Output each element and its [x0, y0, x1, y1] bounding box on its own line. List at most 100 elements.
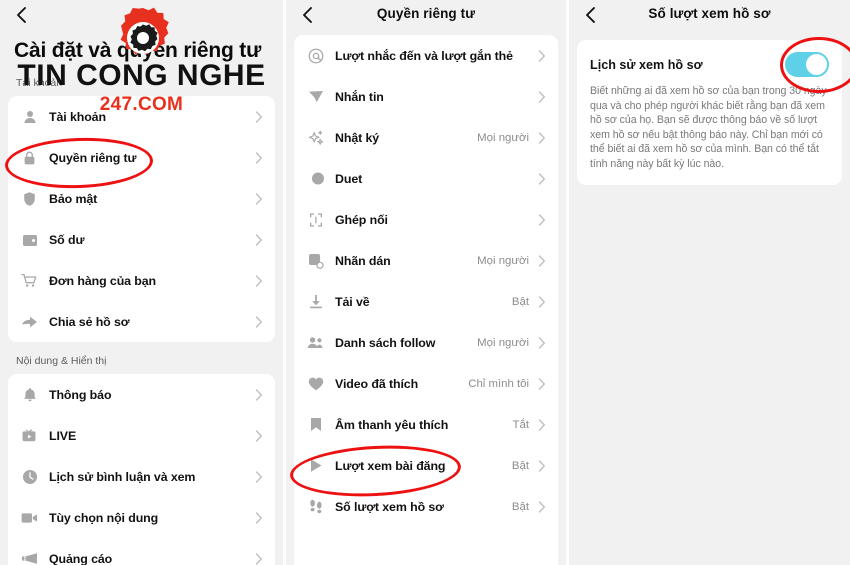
shield-icon	[21, 190, 38, 207]
chevron-right-icon	[254, 233, 263, 246]
screen3-navbar: Số lượt xem hồ sơ	[569, 0, 850, 32]
list-item-value: Bật	[511, 500, 529, 513]
profile-view-history-toggle[interactable]	[785, 52, 829, 77]
setting-title: Lịch sử xem hồ sơ	[590, 57, 703, 72]
sidebar-item-label: Thông báo	[49, 387, 112, 402]
sidebar-item-lich-su-binh-luan[interactable]: Lịch sử bình luận và xem	[8, 456, 275, 497]
chevron-right-icon	[537, 459, 546, 472]
page-title: Số lượt xem hồ sơ	[648, 6, 771, 21]
sidebar-item-bao-mat[interactable]: Bảo mật	[8, 178, 275, 219]
chevron-right-icon	[537, 131, 546, 144]
screen-privacy: Quyền riêng tư Lượt nhắc đến và lượt gắn…	[286, 0, 566, 565]
people-icon	[307, 334, 324, 351]
at-icon	[307, 47, 324, 64]
chevron-right-icon	[537, 336, 546, 349]
sidebar-item-so-du[interactable]: Số dư	[8, 219, 275, 260]
chevron-right-icon	[254, 388, 263, 401]
next-card-peek	[294, 539, 558, 565]
list-item-value: Mọi người	[477, 254, 529, 267]
list-item-liked-videos[interactable]: Video đã thích Chỉ mình tôi	[294, 363, 558, 404]
chevron-right-icon	[537, 295, 546, 308]
screen2-navbar: Quyền riêng tư	[286, 0, 566, 32]
screen1-navbar	[0, 0, 283, 32]
list-item-label: Lượt xem bài đăng	[335, 458, 446, 473]
back-button[interactable]	[11, 4, 33, 26]
chevron-right-icon	[254, 315, 263, 328]
list-item-label: Nhắn tin	[335, 89, 384, 104]
privacy-card: Lượt nhắc đến và lượt gắn thẻ Nhắn tin N…	[294, 35, 558, 565]
list-item-value: Tắt	[512, 418, 529, 431]
sidebar-item-label: Số dư	[49, 232, 85, 247]
page-title: Cài đặt và quyền riêng tư	[14, 39, 262, 62]
list-item-label: Nhật ký	[335, 130, 380, 145]
list-item-value: Bật	[511, 295, 529, 308]
list-item-duet[interactable]: Duet	[294, 158, 558, 199]
list-item-label: Video đã thích	[335, 376, 419, 391]
sidebar-item-label: LIVE	[49, 428, 77, 443]
list-item-label: Danh sách follow	[335, 335, 436, 350]
toggle-knob	[806, 54, 827, 75]
list-item-stickers[interactable]: Nhãn dán Mọi người	[294, 240, 558, 281]
screen-profile-views: Số lượt xem hồ sơ Lịch sử xem hồ sơ Biết…	[569, 0, 850, 565]
bookmark-icon	[307, 416, 324, 433]
heart-icon	[307, 375, 324, 392]
chevron-right-icon	[537, 213, 546, 226]
sidebar-item-tai-khoan[interactable]: Tài khoản	[8, 96, 275, 137]
sidebar-item-label: Chia sẻ hồ sơ	[49, 314, 130, 329]
list-item-label: Lượt nhắc đến và lượt gắn thẻ	[335, 48, 513, 63]
chevron-right-icon	[254, 511, 263, 524]
play-icon	[307, 457, 324, 474]
setting-description: Biết những ai đã xem hồ sơ của bạn trong…	[590, 85, 827, 170]
profile-view-history-card: Lịch sử xem hồ sơ Biết những ai đã xem h…	[577, 40, 842, 185]
wallet-icon	[21, 231, 38, 248]
video-icon	[21, 509, 38, 526]
list-item-label: Số lượt xem hồ sơ	[335, 499, 444, 514]
sidebar-item-thong-bao[interactable]: Thông báo	[8, 374, 275, 415]
footprint-icon	[307, 498, 324, 515]
chevron-right-icon	[537, 377, 546, 390]
list-item-value: Mọi người	[477, 131, 529, 144]
section-label-content-display: Nội dung & Hiển thị	[16, 355, 107, 367]
list-item-stitch[interactable]: Ghép nối	[294, 199, 558, 240]
list-item-value: Bật	[511, 459, 529, 472]
list-item-favorite-sounds[interactable]: Âm thanh yêu thích Tắt	[294, 404, 558, 445]
live-icon	[21, 427, 38, 444]
sidebar-item-live[interactable]: LIVE	[8, 415, 275, 456]
sidebar-item-tuy-chon-noi-dung[interactable]: Tùy chọn nội dung	[8, 497, 275, 538]
list-item-profile-views[interactable]: Số lượt xem hồ sơ Bật	[294, 486, 558, 527]
screen-settings-privacy: Cài đặt và quyền riêng tư Tài khoản Tài …	[0, 0, 283, 565]
chevron-right-icon	[254, 110, 263, 123]
share-icon	[21, 313, 38, 330]
list-item-value: Chỉ mình tôi	[468, 377, 529, 390]
sticker-icon	[307, 252, 324, 269]
list-item-mentions[interactable]: Lượt nhắc đến và lượt gắn thẻ	[294, 35, 558, 76]
sparkle-icon	[307, 129, 324, 146]
list-item-label: Nhãn dán	[335, 253, 391, 268]
sidebar-item-chia-se-ho-so[interactable]: Chia sẻ hồ sơ	[8, 301, 275, 342]
sidebar-item-label: Bảo mật	[49, 191, 98, 206]
cart-icon	[21, 272, 38, 289]
sidebar-item-label: Đơn hàng của bạn	[49, 273, 157, 288]
bell-icon	[21, 386, 38, 403]
sidebar-item-label: Quảng cáo	[49, 551, 113, 565]
list-item-post-views[interactable]: Lượt xem bài đăng Bật	[294, 445, 558, 486]
sidebar-item-don-hang[interactable]: Đơn hàng của bạn	[8, 260, 275, 301]
list-item-messaging[interactable]: Nhắn tin	[294, 76, 558, 117]
chevron-right-icon	[537, 500, 546, 513]
setting-header-row: Lịch sử xem hồ sơ	[590, 52, 829, 77]
stitch-icon	[307, 211, 324, 228]
list-item-follow-list[interactable]: Danh sách follow Mọi người	[294, 322, 558, 363]
sidebar-item-label: Lịch sử bình luận và xem	[49, 469, 196, 484]
list-item-story[interactable]: Nhật ký Mọi người	[294, 117, 558, 158]
list-item-label: Ghép nối	[335, 212, 388, 227]
sidebar-item-label: Quyền riêng tư	[49, 150, 137, 165]
sidebar-item-label: Tùy chọn nội dung	[49, 510, 159, 525]
sidebar-item-quang-cao[interactable]: Quảng cáo	[8, 538, 275, 565]
settings-card-account: Tài khoản Quyền riêng tư Bảo mật Số dư Đ…	[8, 96, 275, 342]
sidebar-item-quyen-rieng-tu[interactable]: Quyền riêng tư	[8, 137, 275, 178]
section-label-account: Tài khoản	[16, 77, 63, 89]
settings-card-content: Thông báo LIVE Lịch sử bình luận và xem …	[8, 374, 275, 565]
list-item-download[interactable]: Tải về Bật	[294, 281, 558, 322]
list-item-label: Duet	[335, 171, 363, 186]
page-title: Quyền riêng tư	[376, 6, 476, 21]
